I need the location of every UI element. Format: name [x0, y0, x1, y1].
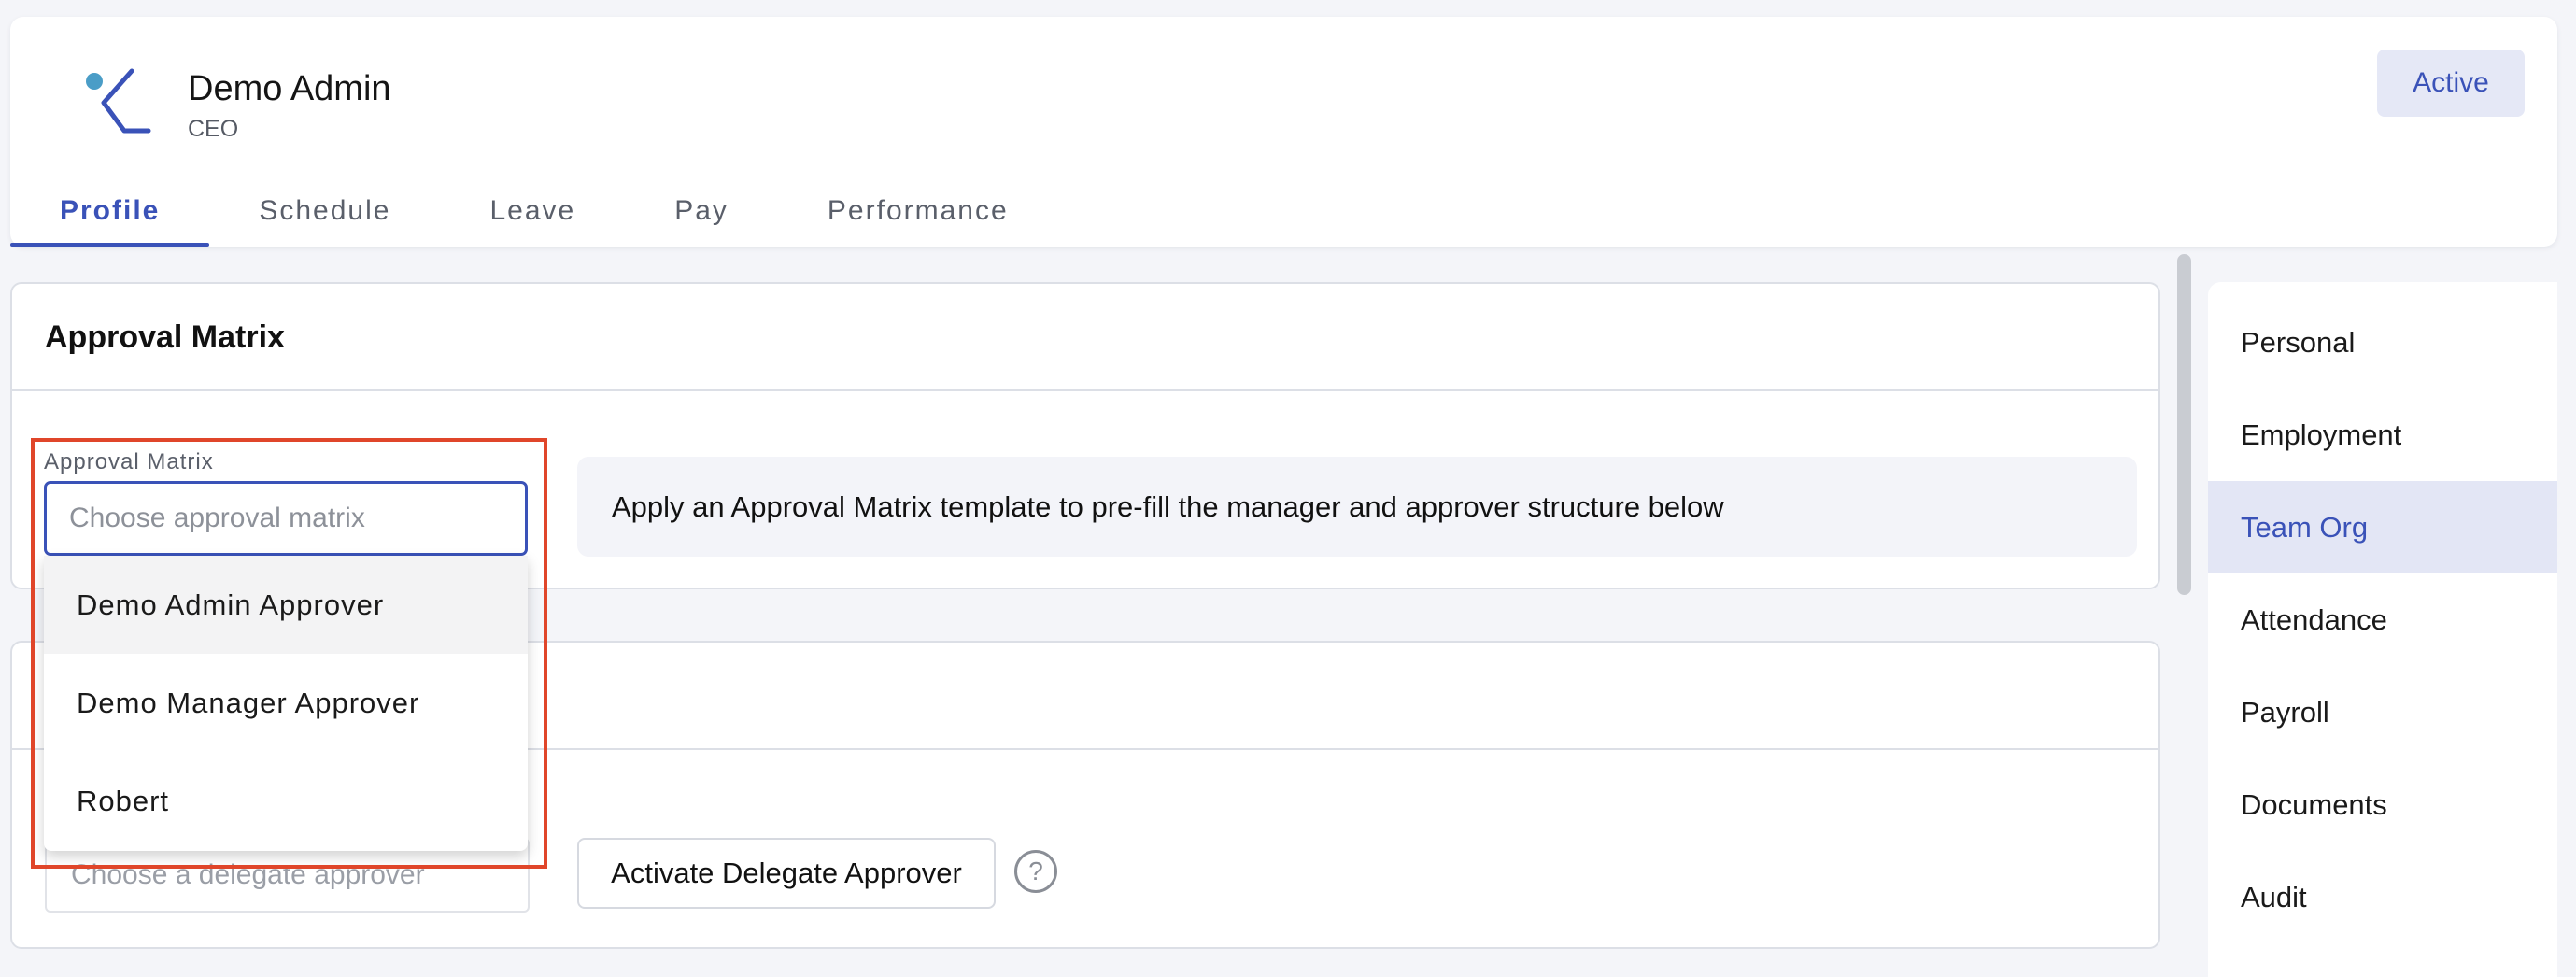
sidenav-item-employment[interactable]: Employment: [2208, 389, 2557, 481]
scrollbar-thumb[interactable]: [2177, 254, 2191, 595]
tab-schedule[interactable]: Schedule: [209, 176, 440, 247]
user-role: CEO: [188, 116, 239, 142]
tab-performance[interactable]: Performance: [778, 176, 1058, 247]
approval-matrix-title: Approval Matrix: [45, 319, 285, 355]
approval-matrix-info: Apply an Approval Matrix template to pre…: [577, 457, 2137, 557]
sidenav-item-documents[interactable]: Documents: [2208, 758, 2557, 851]
approval-matrix-input[interactable]: Choose approval matrix: [44, 481, 528, 556]
dropdown-option[interactable]: Demo Admin Approver: [44, 556, 528, 654]
approval-matrix-info-text: Apply an Approval Matrix template to pre…: [612, 489, 1724, 523]
tab-leave[interactable]: Leave: [440, 176, 625, 247]
profile-sidenav: Personal Employment Team Org Attendance …: [2208, 282, 2557, 977]
profile-header: Demo Admin CEO Active Profile Schedule L…: [10, 17, 2557, 247]
sidenav-item-audit[interactable]: Audit: [2208, 851, 2557, 943]
sidenav-item-personal[interactable]: Personal: [2208, 296, 2557, 389]
user-name: Demo Admin: [188, 69, 391, 108]
dropdown-option[interactable]: Robert: [44, 752, 528, 850]
profile-tabs: Profile Schedule Leave Pay Performance: [10, 176, 1058, 247]
employee-profile-page: Demo Admin CEO Active Profile Schedule L…: [0, 0, 2576, 977]
company-logo-icon: [86, 68, 151, 134]
sidenav-item-payroll[interactable]: Payroll: [2208, 666, 2557, 758]
approval-matrix-dropdown: Demo Admin Approver Demo Manager Approve…: [44, 556, 528, 851]
help-icon[interactable]: ?: [1014, 850, 1057, 893]
status-badge[interactable]: Active: [2377, 50, 2525, 117]
tab-profile[interactable]: Profile: [10, 176, 210, 247]
dropdown-option[interactable]: Demo Manager Approver: [44, 654, 528, 752]
approval-matrix-field-label: Approval Matrix: [44, 449, 214, 474]
activate-delegate-button[interactable]: Activate Delegate Approver: [577, 838, 996, 909]
card-divider: [12, 389, 2158, 391]
sidenav-item-team-org[interactable]: Team Org: [2208, 481, 2557, 573]
sidenav-item-attendance[interactable]: Attendance: [2208, 573, 2557, 666]
tab-pay[interactable]: Pay: [625, 176, 778, 247]
